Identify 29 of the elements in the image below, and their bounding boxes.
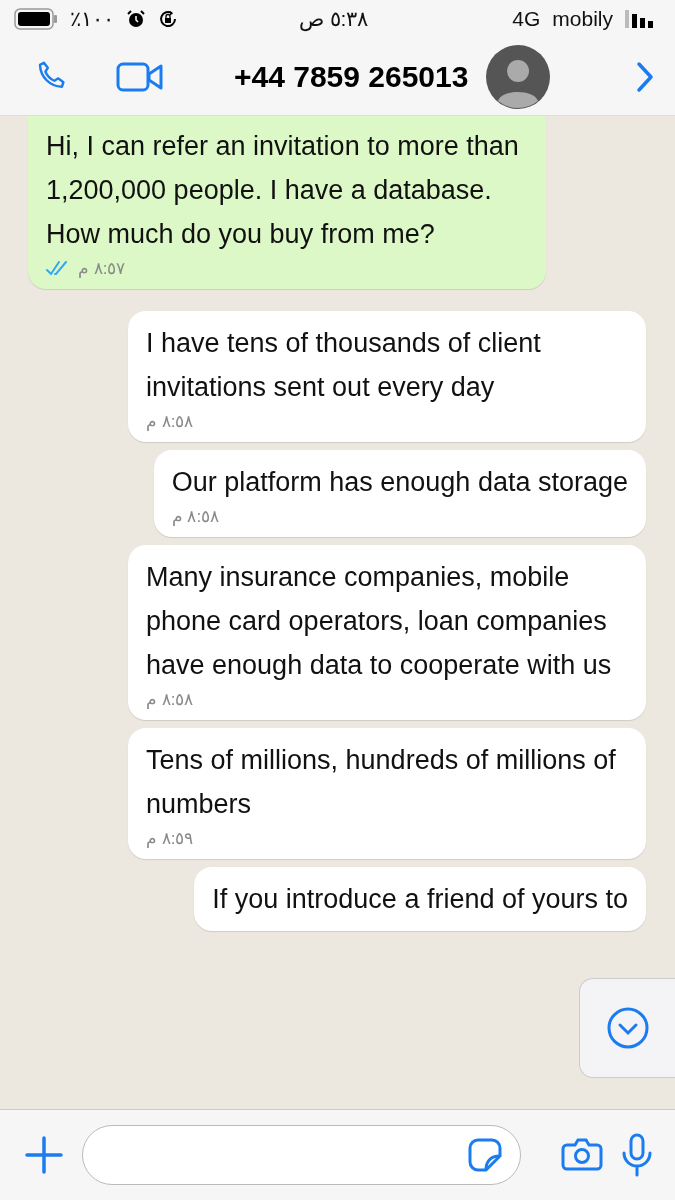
carrier-name: mobily (552, 7, 613, 31)
message-time: ٨:٥٩ م (146, 828, 194, 849)
message-text: Tens of millions, hundreds of millions of numbers (146, 745, 616, 819)
chevron-right-icon[interactable] (635, 60, 655, 93)
message-time: ٨:٥٨ م (171, 506, 220, 527)
rotation-lock-icon (158, 9, 178, 29)
message-text: Our platform has enough data storage (171, 467, 628, 497)
camera-icon[interactable] (561, 1137, 603, 1173)
message-text: If you introduce a friend of yours to (212, 884, 628, 914)
message-text: I have tens of thousands of client invitations sent out every day (146, 328, 541, 402)
network-type: 4G (512, 7, 541, 31)
signal-icon (625, 10, 653, 28)
battery-icon (14, 8, 58, 30)
scroll-down-button[interactable] (579, 978, 675, 1078)
message-text: Hi, I can refer an invitation to more than 1,200,000 people. I have a database. How much do you buy from me? (46, 131, 519, 249)
microphone-icon[interactable] (621, 1133, 653, 1177)
alarm-clock-icon (126, 9, 146, 29)
message-text: Many insurance companies, mobile phone card operators, loan companies have enough data to cooperate with us (146, 562, 612, 680)
message-time: ٨:٥٨ م (146, 689, 194, 710)
chevron-down-icon (605, 1006, 650, 1050)
contact-name[interactable]: +44 7859 265013 (234, 59, 469, 94)
sticker-icon[interactable] (468, 1138, 502, 1172)
message-time: ٨:٥٧ م (78, 258, 126, 279)
battery-percent: ٪١٠٠ (70, 7, 114, 31)
video-camera-icon[interactable] (116, 61, 164, 92)
avatar-icon[interactable] (486, 44, 551, 109)
clock-time: ٥:٣٨ ص (298, 7, 369, 31)
message-time: ٨:٥٨ م (146, 411, 194, 432)
plus-icon[interactable] (24, 1135, 64, 1175)
